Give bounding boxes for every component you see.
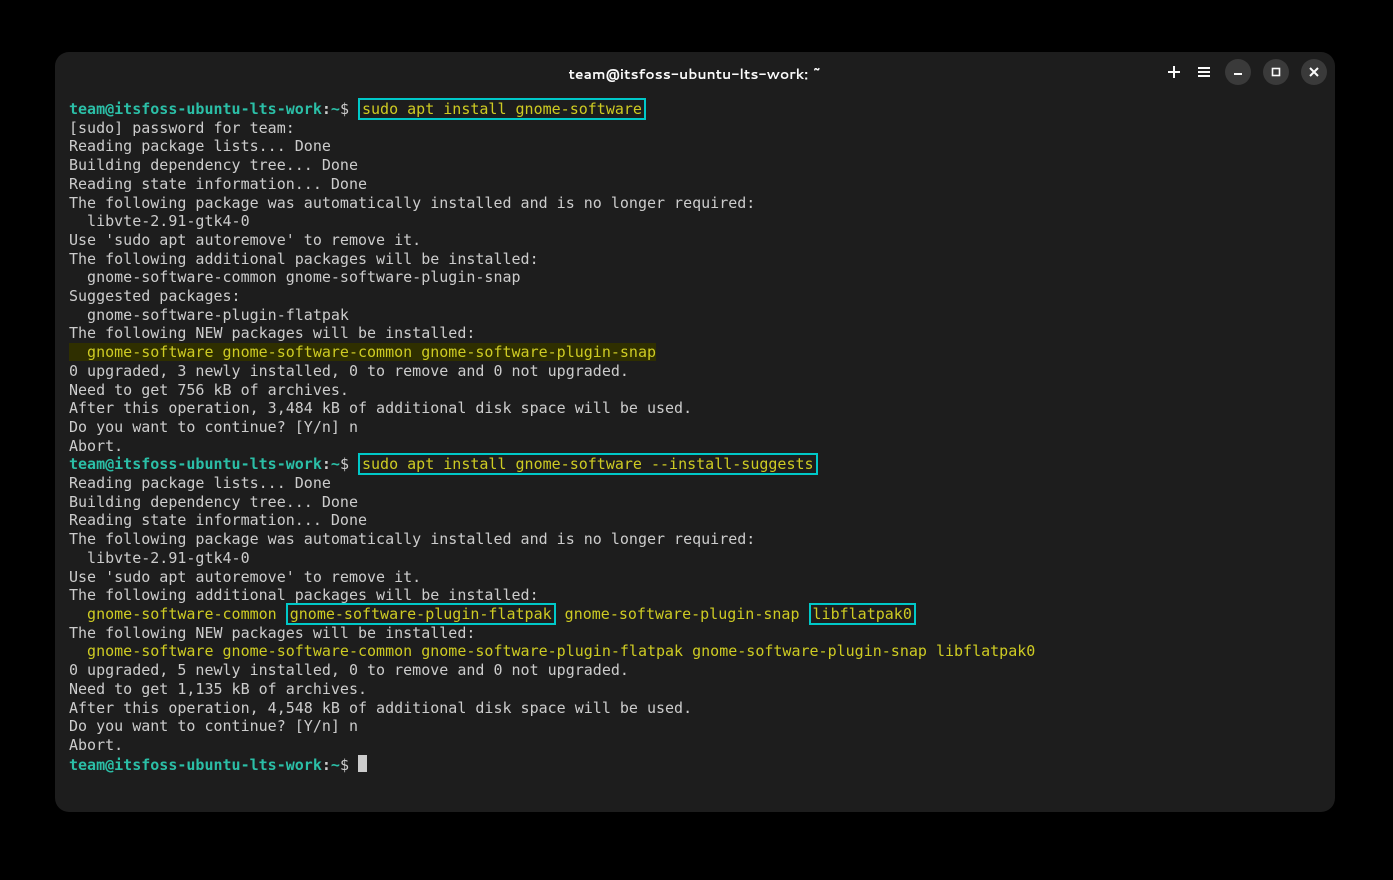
cursor-icon [358, 755, 367, 772]
prompt-sep: : [322, 756, 331, 774]
output-line: Need to get 756 kB of archives. [69, 381, 349, 399]
highlighted-pkg-libflatpak: libflatpak0 [809, 603, 916, 625]
prompt-user: team@itsfoss-ubuntu-lts-work [69, 455, 322, 473]
prompt-user: team@itsfoss-ubuntu-lts-work [69, 756, 322, 774]
output-line: Reading package lists... Done [69, 474, 331, 492]
terminal-window: team@itsfoss-ubuntu-lts-work: ~ team@its… [55, 52, 1335, 812]
output-line: The following additional packages will b… [69, 586, 539, 604]
highlighted-pkg-flatpak: gnome-software-plugin-flatpak [286, 603, 556, 625]
command-text: sudo apt install gnome-software [362, 100, 642, 118]
pkg-prefix: gnome-software-common [69, 605, 286, 623]
output-line: libvte-2.91-gtk4-0 [69, 212, 250, 230]
output-line: libvte-2.91-gtk4-0 [69, 549, 250, 567]
output-line: Reading state information... Done [69, 175, 367, 193]
output-line: Building dependency tree... Done [69, 493, 358, 511]
new-packages-line: gnome-software gnome-software-common gno… [69, 642, 1035, 660]
window-controls [1165, 59, 1327, 85]
output-line: [sudo] password for team: [69, 119, 304, 137]
prompt-path: ~ [331, 756, 340, 774]
prompt-dollar: $ [340, 756, 349, 774]
prompt-sep: : [322, 100, 331, 118]
output-line: Do you want to continue? [Y/n] n [69, 418, 358, 436]
pkg-mid: gnome-software-plugin-snap [556, 605, 809, 623]
output-line: Abort. [69, 437, 123, 455]
output-line: The following package was automatically … [69, 530, 755, 548]
output-line: After this operation, 3,484 kB of additi… [69, 399, 692, 417]
output-line: 0 upgraded, 3 newly installed, 0 to remo… [69, 362, 629, 380]
output-line: Do you want to continue? [Y/n] n [69, 717, 358, 735]
prompt-sep: : [322, 455, 331, 473]
prompt-dollar: $ [340, 100, 349, 118]
prompt-dollar: $ [340, 455, 349, 473]
highlighted-command-1: sudo apt install gnome-software [358, 98, 646, 120]
highlighted-command-2: sudo apt install gnome-software --instal… [358, 453, 818, 475]
output-line: The following NEW packages will be insta… [69, 324, 475, 342]
output-line: Suggested packages: [69, 287, 241, 305]
output-line: Use 'sudo apt autoremove' to remove it. [69, 231, 421, 249]
output-line: gnome-software-common gnome-software-plu… [69, 268, 521, 286]
output-line: 0 upgraded, 5 newly installed, 0 to remo… [69, 661, 629, 679]
output-line: Reading state information... Done [69, 511, 367, 529]
window-title: team@itsfoss-ubuntu-lts-work: ~ [568, 64, 821, 84]
new-packages-line: gnome-software gnome-software-common gno… [69, 343, 656, 361]
prompt-path: ~ [331, 100, 340, 118]
new-tab-button[interactable] [1165, 63, 1183, 81]
hamburger-menu-button[interactable] [1195, 63, 1213, 81]
minimize-button[interactable] [1225, 59, 1251, 85]
output-line: After this operation, 4,548 kB of additi… [69, 699, 692, 717]
output-line: Need to get 1,135 kB of archives. [69, 680, 367, 698]
output-line: The following NEW packages will be insta… [69, 624, 475, 642]
output-line: Building dependency tree... Done [69, 156, 358, 174]
close-button[interactable] [1301, 59, 1327, 85]
output-line: The following additional packages will b… [69, 250, 539, 268]
output-line: gnome-software-plugin-flatpak [69, 306, 349, 324]
command-text: sudo apt install gnome-software --instal… [362, 455, 814, 473]
pkg-name: libflatpak0 [813, 605, 912, 623]
pkg-name: gnome-software-plugin-flatpak [290, 605, 552, 623]
output-line: Reading package lists... Done [69, 137, 331, 155]
prompt-path: ~ [331, 455, 340, 473]
output-line: Abort. [69, 736, 123, 754]
output-line: The following package was automatically … [69, 194, 755, 212]
terminal-body[interactable]: team@itsfoss-ubuntu-lts-work:~$ sudo apt… [55, 96, 1335, 812]
titlebar: team@itsfoss-ubuntu-lts-work: ~ [55, 52, 1335, 96]
prompt-user: team@itsfoss-ubuntu-lts-work [69, 100, 322, 118]
output-line: Use 'sudo apt autoremove' to remove it. [69, 568, 421, 586]
maximize-button[interactable] [1263, 59, 1289, 85]
